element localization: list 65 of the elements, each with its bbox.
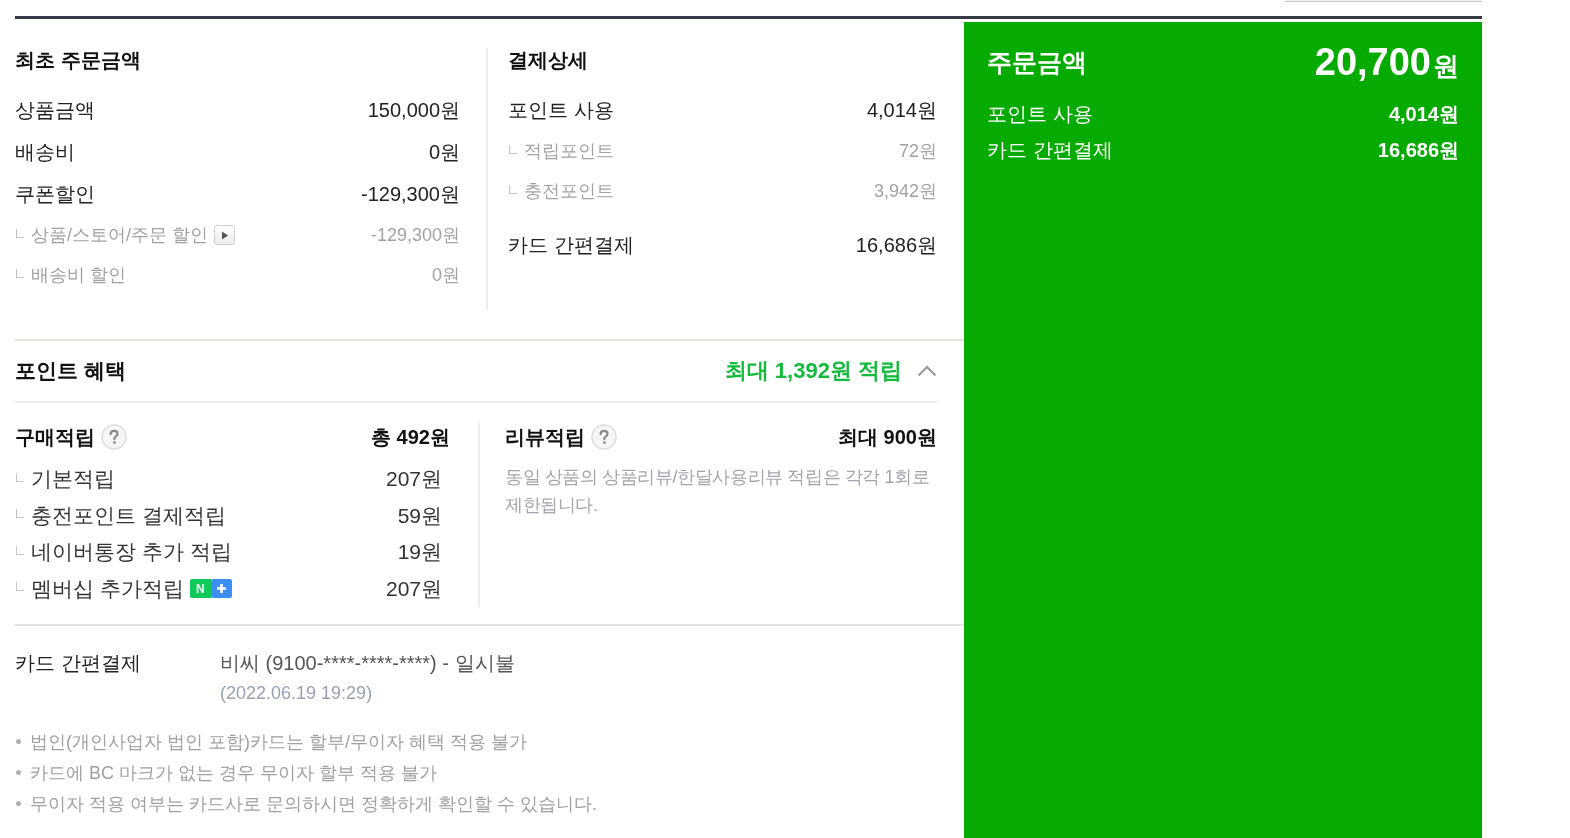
panel-row-label: 포인트 사용: [987, 101, 1093, 127]
plus-icon: [210, 579, 232, 599]
panel-title: 주문금액: [987, 46, 1087, 78]
row-label: 배송비: [15, 139, 75, 165]
row-label: 상품금액: [15, 97, 95, 123]
row-amount: 207원: [385, 575, 442, 602]
bullet-icon: [16, 739, 21, 744]
row-label: 배송비 할인: [31, 264, 126, 287]
row-amount: 0원: [428, 139, 460, 165]
row-label: 네이버통장 추가 적립: [31, 539, 232, 566]
payment-method-label: 카드 간편결제: [15, 651, 142, 676]
indent-corner-icon: [509, 184, 517, 194]
triangle-right-icon: [220, 230, 229, 240]
help-icon[interactable]: [591, 424, 617, 450]
notice-text: 법인(개인사업자 법인 포함)카드는 할부/무이자 혜택 적용 불가: [30, 730, 527, 754]
detail-button[interactable]: [214, 225, 235, 245]
purchase-points-title: 구매적립: [15, 424, 95, 450]
row-amount: -129,300원: [361, 181, 460, 207]
section-title: 결제상세: [508, 48, 589, 72]
indent-corner-icon: [509, 144, 517, 154]
indent-corner-icon: [16, 545, 24, 555]
row-amount: 150,000원: [367, 97, 460, 123]
panel-row-amount: 16,686원: [1377, 137, 1459, 163]
row-label: 카드 간편결제: [508, 232, 634, 258]
notice-text: 무이자 적용 여부는 카드사로 문의하시면 정확하게 확인할 수 있습니다.: [30, 792, 597, 816]
panel-row-label: 카드 간편결제: [987, 137, 1113, 163]
indent-corner-icon: [16, 582, 24, 592]
row-label: 충전포인트: [524, 180, 614, 203]
max-points-summary: 최대 1,392원 적립: [724, 357, 902, 385]
bullet-icon: [16, 801, 21, 806]
bullet-icon: [16, 770, 21, 775]
order-total-amount: 20,700원: [1314, 40, 1459, 84]
panel-row-amount: 4,014원: [1388, 101, 1459, 127]
purchase-points-total: 총 492원: [371, 424, 450, 450]
payment-date: (2022.06.19 19:29): [220, 682, 373, 705]
help-icon[interactable]: [101, 424, 127, 450]
row-amount: 207원: [385, 466, 442, 493]
indent-corner-icon: [16, 228, 24, 238]
row-amount: 19원: [397, 539, 442, 566]
row-amount: 72원: [898, 140, 937, 163]
row-amount: 3,942원: [873, 180, 937, 203]
row-amount: 4,014원: [866, 97, 937, 123]
row-label: 상품/스토어/주문 할인: [31, 224, 208, 247]
row-amount: 59원: [397, 502, 442, 529]
row-amount: 0원: [432, 264, 460, 287]
row-label: 쿠폰할인: [15, 181, 95, 207]
row-label: 기본적립: [31, 466, 115, 493]
chevron-up-icon[interactable]: [917, 365, 937, 377]
indent-corner-icon: [16, 472, 24, 482]
indent-corner-icon: [16, 268, 24, 278]
card-detail: 비씨 (9100-****-****-****) - 일시불: [220, 651, 515, 676]
review-note: 동일 상품의 상품리뷰/한달사용리뷰 적립은 각각 1회로 제한됩니다.: [505, 466, 931, 517]
row-amount: 16,686원: [855, 232, 937, 258]
indent-corner-icon: [16, 509, 24, 519]
section-title: 포인트 혜택: [15, 358, 126, 384]
review-points-title: 리뷰적립: [505, 424, 585, 450]
review-points-total: 최대 900원: [838, 424, 937, 450]
row-label: 멤버십 추가적립: [31, 575, 184, 602]
notice-text: 카드에 BC 마크가 없는 경우 무이자 할부 적용 불가: [30, 761, 437, 785]
row-label: 적립포인트: [524, 140, 614, 163]
membership-logo: N: [189, 579, 211, 599]
row-label: 포인트 사용: [508, 97, 614, 123]
row-label: 충전포인트 결제적립: [31, 502, 226, 529]
row-amount: -129,300원: [370, 224, 460, 247]
section-title: 최초 주문금액: [15, 48, 142, 72]
